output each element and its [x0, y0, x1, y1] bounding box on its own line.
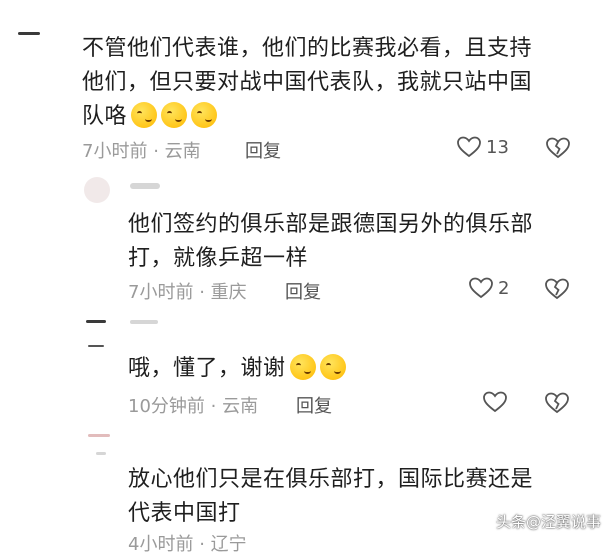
- reply-button[interactable]: 回复: [296, 392, 332, 418]
- comment-line: 队咯: [82, 104, 128, 129]
- username: [130, 320, 158, 324]
- username: [130, 183, 160, 189]
- comment-text: 哦，懂了，谢谢: [128, 352, 346, 386]
- reply-button[interactable]: 回复: [245, 137, 281, 163]
- comment-meta: 10分钟前 · 云南: [128, 392, 258, 418]
- comment-line: 放心他们只是在俱乐部打，国际比赛还是: [128, 467, 534, 492]
- avatar[interactable]: [88, 434, 110, 437]
- like-count: 13: [486, 136, 509, 158]
- meta-separator: ·: [153, 141, 159, 162]
- avatar[interactable]: [18, 32, 40, 35]
- comment-line: 代表中国打: [128, 501, 241, 526]
- smirk-emoji-icon: [319, 354, 346, 380]
- smirk-emoji-icon: [191, 102, 218, 128]
- like-button[interactable]: 2: [468, 276, 509, 300]
- comment-meta: 7小时前 · 重庆: [128, 278, 247, 304]
- smirk-emoji-icon: [289, 354, 316, 380]
- avatar[interactable]: [84, 177, 110, 203]
- like-count: 2: [498, 277, 510, 299]
- comment-meta: 4小时前 · 辽宁: [128, 530, 247, 556]
- comment-time: 10分钟前: [128, 396, 205, 417]
- comment-text: 不管他们代表谁，他们的比赛我必看，且支持 他们，但只要对战中国代表队，我就只站中…: [82, 32, 532, 134]
- heart-outline-icon: [469, 277, 493, 299]
- meta-separator: ·: [199, 282, 205, 303]
- reply-button[interactable]: 回复: [285, 278, 321, 304]
- comment-line: 不管他们代表谁，他们的比赛我必看，且支持: [82, 36, 533, 61]
- comment-location: 辽宁: [210, 534, 247, 555]
- broken-heart-icon[interactable]: [544, 277, 570, 301]
- smirk-emoji-icon: [131, 102, 158, 128]
- comment-line: 他们签约的俱乐部是跟德国另外的俱乐部: [128, 212, 534, 237]
- heart-outline-icon: [457, 136, 481, 158]
- comment-time: 7小时前: [82, 141, 148, 162]
- meta-separator: ·: [199, 534, 205, 555]
- reply-item: 哦，懂了，谢谢 10分钟前 · 云南 回复: [0, 310, 607, 430]
- comment-line-with-emoji: 队咯: [82, 100, 532, 134]
- watermark: 头条@泾翼说事: [495, 513, 601, 531]
- like-button[interactable]: 13: [456, 135, 509, 159]
- reply-item: 他们签约的俱乐部是跟德国另外的俱乐部 打，就像乒超一样 7小时前 · 重庆 回复…: [0, 175, 607, 310]
- avatar[interactable]: [86, 320, 106, 323]
- comment-time: 4小时前: [128, 534, 194, 555]
- comment-time: 7小时前: [128, 282, 194, 303]
- meta-separator: ·: [210, 396, 217, 417]
- comment-location: 云南: [222, 396, 259, 417]
- comment-text: 他们签约的俱乐部是跟德国另外的俱乐部 打，就像乒超一样: [128, 208, 533, 276]
- comment-location: 重庆: [210, 282, 247, 303]
- comment-line: 打，就像乒超一样: [128, 246, 309, 271]
- comment-line: 他们，但只要对战中国代表队，我就只站中国: [82, 70, 533, 95]
- comment-meta: 7小时前 · 云南: [82, 137, 201, 163]
- avatar-underline: [88, 345, 104, 347]
- broken-heart-icon[interactable]: [545, 136, 571, 160]
- comment-location: 云南: [164, 141, 201, 162]
- broken-heart-icon[interactable]: [544, 391, 570, 415]
- comment-line: 哦，懂了，谢谢: [128, 356, 286, 381]
- comment-item: 不管他们代表谁，他们的比赛我必看，且支持 他们，但只要对战中国代表队，我就只站中…: [0, 0, 607, 175]
- like-button[interactable]: [482, 390, 512, 414]
- username: [96, 452, 106, 455]
- comment-text: 放心他们只是在俱乐部打，国际比赛还是 代表中国打: [128, 463, 533, 531]
- smirk-emoji-icon: [161, 102, 188, 128]
- heart-outline-icon: [483, 391, 507, 413]
